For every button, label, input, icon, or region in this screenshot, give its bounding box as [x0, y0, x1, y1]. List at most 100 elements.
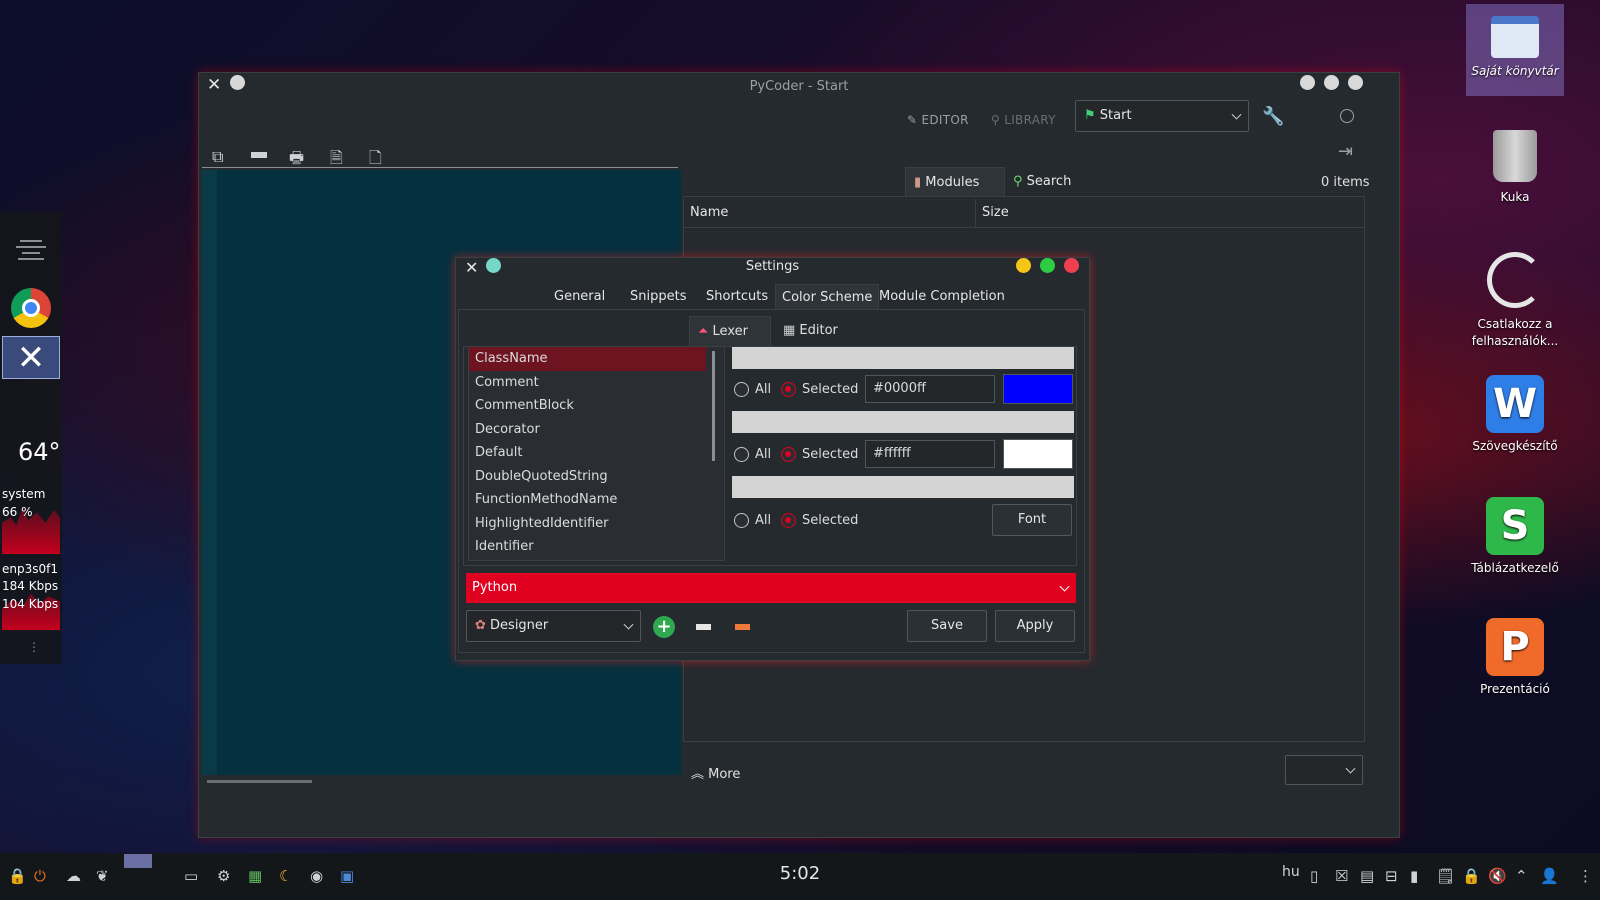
chevron-down-icon: [1345, 763, 1356, 774]
wrench-icon[interactable]: 🔧: [1262, 106, 1284, 127]
more-button[interactable]: ︽ More: [691, 763, 740, 782]
fg-color-swatch[interactable]: [1003, 374, 1073, 404]
bg-color-swatch[interactable]: [1003, 439, 1073, 469]
column-header-name[interactable]: Name: [684, 199, 976, 227]
trash-icon[interactable]: Kuka: [1466, 130, 1564, 204]
user-icon[interactable]: 👤: [1540, 867, 1559, 885]
chevron-down-icon: [1231, 109, 1242, 120]
minimize-button[interactable]: [1300, 75, 1315, 90]
tab-general[interactable]: General: [548, 284, 611, 310]
export-icon[interactable]: ⇥: [1338, 141, 1353, 162]
writer-icon[interactable]: W Szövegkészítő: [1466, 375, 1564, 453]
join-users-icon[interactable]: Csatlakozz a felhasználók...: [1466, 252, 1564, 350]
tab-search-label: Search: [1026, 174, 1072, 189]
scheme-select[interactable]: ✿ Designer: [466, 610, 641, 642]
remove-scheme-icon[interactable]: [735, 624, 750, 630]
open-icon[interactable]: ⧉: [212, 147, 223, 167]
dock-handle-icon[interactable]: ⋮: [28, 640, 40, 654]
network-icon[interactable]: ⊟: [1385, 867, 1398, 885]
column-header-size[interactable]: Size: [976, 199, 1362, 227]
spreadsheet-label: Táblázatkezelő: [1471, 561, 1559, 575]
more-menu-icon[interactable]: ⋮: [1578, 867, 1593, 885]
cpu-label: system: [2, 487, 46, 501]
font-radio-selected[interactable]: [781, 513, 796, 528]
info-icon[interactable]: [1340, 109, 1354, 123]
list-item[interactable]: DoubleQuotedString: [469, 465, 724, 489]
bg-color-field[interactable]: #ffffff: [865, 440, 995, 468]
tab-module-completion[interactable]: Module Completion: [873, 284, 1011, 310]
subtab-lexer[interactable]: ⏶ Lexer: [689, 316, 771, 346]
volume-muted-icon[interactable]: 🔇: [1488, 867, 1507, 885]
add-scheme-icon[interactable]: +: [653, 616, 675, 638]
dialog-close-button[interactable]: [1064, 258, 1079, 273]
list-scrollbar[interactable]: [712, 351, 715, 461]
maximize-button[interactable]: [1040, 258, 1055, 273]
tab-modules-label: Modules: [925, 175, 980, 190]
palette-icon: ✿: [475, 618, 491, 633]
phone-icon[interactable]: ▯: [1310, 867, 1318, 885]
token-list[interactable]: ClassName Comment CommentBlock Decorator…: [468, 346, 725, 561]
language-select[interactable]: Python: [466, 573, 1076, 603]
list-item[interactable]: FunctionMethodName: [469, 488, 724, 512]
fg-radio-all[interactable]: [734, 382, 749, 397]
list-item[interactable]: Decorator: [469, 418, 724, 442]
home-folder-icon[interactable]: Saját könyvtár: [1466, 4, 1564, 96]
bottom-select[interactable]: [1285, 755, 1363, 785]
rename-scheme-icon[interactable]: [696, 624, 711, 630]
font-preview-bar: [732, 476, 1074, 498]
minus-icon[interactable]: [251, 152, 267, 158]
fg-color-field[interactable]: #0000ff: [865, 375, 995, 403]
dialog-title: Settings: [745, 259, 800, 274]
bg-radio-all[interactable]: [734, 447, 749, 462]
chrome-icon[interactable]: [11, 288, 51, 328]
temperature-widget: 64°: [18, 438, 61, 466]
presentation-icon[interactable]: P Prezentáció: [1466, 618, 1564, 696]
tab-modules[interactable]: ▮ Modules: [905, 167, 1005, 197]
apply-button[interactable]: Apply: [995, 610, 1075, 642]
maximize-button[interactable]: [1324, 75, 1339, 90]
list-item[interactable]: ClassName: [469, 347, 706, 371]
background-preview-bar: [732, 411, 1074, 433]
vault-icon[interactable]: 🔒: [1462, 867, 1481, 885]
library-icon: ⚲: [991, 113, 1005, 127]
subtab-editor-label: Editor: [799, 323, 838, 338]
window-close-button[interactable]: [1348, 75, 1363, 90]
menu-icon[interactable]: [16, 236, 46, 262]
subtab-lexer-label: Lexer: [712, 324, 748, 339]
tab-search[interactable]: ⚲ Search: [1013, 167, 1103, 197]
tab-snippets[interactable]: Snippets: [624, 284, 692, 310]
net-up: 104 Kbps: [2, 597, 59, 611]
x-app-icon[interactable]: ✕: [2, 336, 60, 379]
keyboard-layout[interactable]: hu: [1282, 864, 1300, 880]
bg-radio-selected[interactable]: [781, 447, 796, 462]
font-radio-all[interactable]: [734, 513, 749, 528]
project-select[interactable]: ⚑ Start: [1075, 100, 1249, 132]
tab-shortcuts[interactable]: Shortcuts: [700, 284, 774, 310]
chevron-up-icon[interactable]: ⌃: [1515, 867, 1528, 885]
minimize-button[interactable]: [1016, 258, 1031, 273]
save-button[interactable]: Save: [907, 610, 987, 642]
library-label: LIBRARY: [1004, 113, 1056, 127]
spreadsheet-icon[interactable]: S Táblázatkezelő: [1466, 497, 1564, 575]
list-item[interactable]: Comment: [469, 371, 724, 395]
chevron-down-icon: [623, 619, 634, 630]
net-down: 184 Kbps: [2, 579, 59, 593]
clipboard-icon[interactable]: 🗒: [1436, 867, 1455, 885]
list-item[interactable]: Default: [469, 441, 724, 465]
editor-grid-icon: ▦: [783, 323, 800, 338]
tab-color-scheme[interactable]: Color Scheme: [775, 284, 880, 310]
fg-radio-selected[interactable]: [781, 382, 796, 397]
font-button[interactable]: Font: [992, 504, 1072, 536]
display-icon[interactable]: ▤: [1360, 867, 1374, 885]
list-item[interactable]: Identifier: [469, 535, 724, 559]
list-item[interactable]: HighlightedIdentifier: [469, 512, 724, 536]
home-folder-label: Saját könyvtár: [1471, 64, 1559, 78]
editor-link[interactable]: ✎ EDITOR: [907, 113, 969, 127]
list-item[interactable]: CommentBlock: [469, 394, 724, 418]
horizontal-scrollbar[interactable]: [207, 780, 312, 783]
battery-icon[interactable]: ▮: [1410, 867, 1418, 885]
project-select-value: Start: [1099, 108, 1132, 123]
x-tray-icon[interactable]: ☒: [1335, 867, 1348, 885]
library-link[interactable]: ⚲ LIBRARY: [991, 113, 1056, 127]
subtab-editor[interactable]: ▦ Editor: [779, 316, 838, 346]
